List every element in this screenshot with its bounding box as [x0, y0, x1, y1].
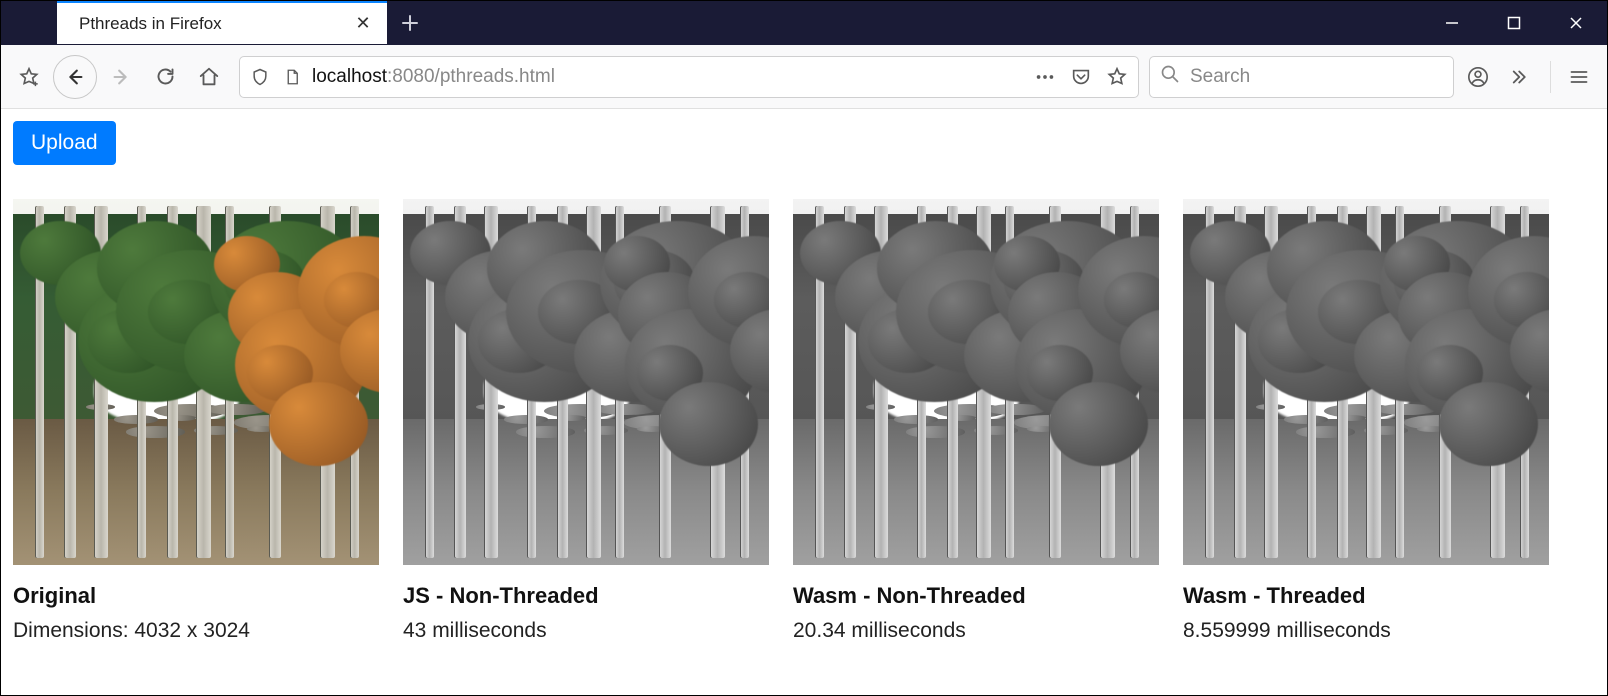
forward-button[interactable] [101, 57, 141, 97]
search-icon [1160, 64, 1180, 90]
tab-title: Pthreads in Firefox [79, 14, 343, 34]
browser-tab[interactable]: Pthreads in Firefox ✕ [57, 1, 387, 44]
upload-button[interactable]: Upload [13, 121, 116, 165]
window-controls [1421, 1, 1607, 45]
reload-button[interactable] [145, 57, 185, 97]
card-title: JS - Non-Threaded [403, 583, 769, 609]
bookmarks-star-icon[interactable] [9, 57, 49, 97]
close-tab-icon[interactable]: ✕ [353, 14, 373, 34]
thumbnail-image [1183, 199, 1549, 565]
url-actions [1032, 64, 1130, 90]
page-content: Upload Original Dimensions: 4032 x 3024 J… [1, 109, 1607, 655]
card-subtext: 20.34 milliseconds [793, 619, 1159, 643]
card-title: Wasm - Threaded [1183, 583, 1549, 609]
thumbnail-image [793, 199, 1159, 565]
result-card: Wasm - Threaded 8.559999 milliseconds [1183, 199, 1549, 643]
page-actions-icon[interactable] [1032, 64, 1058, 90]
search-bar[interactable]: Search [1149, 56, 1454, 98]
url-text: localhost:8080/pthreads.html [312, 66, 1024, 88]
thumbnail-image [403, 199, 769, 565]
card-subtext: 8.559999 milliseconds [1183, 619, 1549, 643]
overflow-icon[interactable] [1502, 57, 1542, 97]
maximize-button[interactable] [1483, 1, 1545, 45]
card-title: Original [13, 583, 379, 609]
pocket-icon[interactable] [1068, 64, 1094, 90]
home-button[interactable] [189, 57, 229, 97]
minimize-button[interactable] [1421, 1, 1483, 45]
menu-icon[interactable] [1559, 57, 1599, 97]
back-button[interactable] [53, 55, 97, 99]
separator [1550, 61, 1551, 93]
bookmark-star-icon[interactable] [1104, 64, 1130, 90]
titlebar: Pthreads in Firefox ✕ [1, 1, 1607, 45]
card-subtext: 43 milliseconds [403, 619, 769, 643]
card-subtext: Dimensions: 4032 x 3024 [13, 619, 379, 643]
window-close-button[interactable] [1545, 1, 1607, 45]
page-info-icon[interactable] [280, 65, 304, 89]
thumbnail-image [13, 199, 379, 565]
new-tab-button[interactable] [393, 6, 427, 40]
url-bar[interactable]: localhost:8080/pthreads.html [239, 56, 1139, 98]
result-card: JS - Non-Threaded 43 milliseconds [403, 199, 769, 643]
account-icon[interactable] [1458, 57, 1498, 97]
result-card: Wasm - Non-Threaded 20.34 milliseconds [793, 199, 1159, 643]
result-card: Original Dimensions: 4032 x 3024 [13, 199, 379, 643]
tracking-shield-icon[interactable] [248, 65, 272, 89]
image-gallery: Original Dimensions: 4032 x 3024 JS - Non… [13, 199, 1595, 643]
toolbar: localhost:8080/pthreads.html Search [1, 45, 1607, 109]
card-title: Wasm - Non-Threaded [793, 583, 1159, 609]
search-placeholder: Search [1190, 66, 1250, 88]
